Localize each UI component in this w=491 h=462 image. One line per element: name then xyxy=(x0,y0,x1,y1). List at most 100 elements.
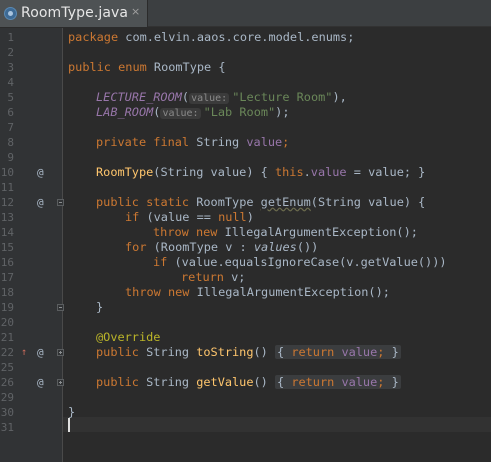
token: toString xyxy=(196,345,254,359)
code-line-6: LAB_ROOM(value: "Lab Room"); xyxy=(96,105,290,121)
token: value xyxy=(310,165,347,179)
token: ) xyxy=(246,210,254,224)
code-line-5: LECTURE_ROOM(value: "Lecture Room"), xyxy=(96,90,347,106)
token: (value.equalsIgnoreCase(v.getValue())) xyxy=(167,255,447,269)
token: if xyxy=(125,210,140,224)
line-number: 20 xyxy=(0,316,14,329)
token: "Lab Room" xyxy=(203,105,276,119)
token: public xyxy=(96,345,139,359)
folded-region[interactable]: { return value; } xyxy=(275,375,401,389)
annotation-marker[interactable]: @ xyxy=(37,195,44,210)
token: @Override xyxy=(96,330,161,344)
token: } xyxy=(68,405,76,419)
token: IllegalArgumentException(); xyxy=(189,285,390,299)
tab-title: RoomType.java xyxy=(21,5,129,21)
param-hint: value: xyxy=(189,93,230,104)
token: com.elvin.aaos.core.model.enums; xyxy=(118,30,355,44)
token: (value == xyxy=(139,210,219,224)
token: RoomType xyxy=(189,195,261,209)
line-number: 5 xyxy=(7,91,14,104)
token: { xyxy=(277,345,292,359)
folded-region[interactable]: { return value; } xyxy=(275,345,401,359)
token: RoomType xyxy=(96,165,154,179)
code-line-17: return v; xyxy=(181,270,245,285)
token: String xyxy=(138,345,197,359)
token: private xyxy=(96,135,147,149)
token: ), xyxy=(332,90,347,104)
code-line-18: throw new IllegalArgumentException(); xyxy=(125,285,390,300)
code-line-15: for (RoomType v : values()) xyxy=(125,240,318,255)
line-number: 25 xyxy=(0,361,14,374)
token: (String value) { xyxy=(153,165,275,179)
code-line-10: RoomType(String value) { this.value = va… xyxy=(96,165,425,180)
code-line-22: public String toString() { return value;… xyxy=(96,345,401,360)
code-line-19: } xyxy=(96,300,103,315)
line-number: 19 xyxy=(0,301,14,314)
line-number: 29 xyxy=(0,391,14,404)
line-number: 16 xyxy=(0,256,14,269)
token: } xyxy=(391,345,399,359)
token: = value; } xyxy=(346,165,426,179)
token: getValue xyxy=(196,375,254,389)
token: v; xyxy=(223,270,246,284)
annotation-marker[interactable]: @ xyxy=(37,345,44,360)
code-line-3: public enum RoomType { xyxy=(68,60,226,75)
line-number: 26 xyxy=(0,376,14,389)
token: return xyxy=(291,375,335,389)
code-line-12: public static RoomType getEnum(String va… xyxy=(96,195,425,210)
token: (String value) { xyxy=(310,195,426,209)
token: (RoomType v : xyxy=(146,240,254,254)
token: . xyxy=(303,165,311,179)
annotation-marker[interactable]: @ xyxy=(37,375,44,390)
close-icon[interactable]: × xyxy=(131,5,140,18)
fold-expand-icon[interactable] xyxy=(57,349,64,356)
code-line-1: package com.elvin.aaos.core.model.enums; xyxy=(68,30,354,45)
code-line-8: private final String value; xyxy=(96,135,289,150)
line-number: 4 xyxy=(7,76,14,89)
line-number: 18 xyxy=(0,286,14,299)
fold-collapse-icon[interactable] xyxy=(57,304,64,311)
code-line-16: if (value.equalsIgnoreCase(v.getValue())… xyxy=(153,255,447,270)
token: throw xyxy=(125,285,161,299)
line-number: 14 xyxy=(0,226,14,239)
token: () xyxy=(253,375,275,389)
line-number: 1 xyxy=(7,31,14,44)
override-arrow-icon[interactable]: ↑ xyxy=(21,345,27,360)
gutter-divider xyxy=(62,28,63,462)
token: } xyxy=(391,375,399,389)
token: () xyxy=(253,345,275,359)
token: LAB_ROOM xyxy=(96,105,154,119)
fold-expand-icon[interactable] xyxy=(57,379,64,386)
line-number: 13 xyxy=(0,211,14,224)
tab-roomtype-java[interactable]: RoomType.java × xyxy=(0,0,148,27)
token: ( xyxy=(181,90,190,104)
token: new xyxy=(167,285,190,299)
line-number: 21 xyxy=(0,331,14,344)
line-number: 3 xyxy=(7,61,14,74)
line-number: 22 xyxy=(0,346,14,359)
token: ; xyxy=(377,345,392,359)
token: static xyxy=(146,195,190,209)
token: value xyxy=(341,375,378,389)
token: throw xyxy=(153,225,189,239)
code-line-21: @Override xyxy=(96,330,160,345)
token: String xyxy=(189,135,247,149)
token: final xyxy=(153,135,190,149)
token: for xyxy=(125,240,147,254)
token: public xyxy=(96,375,139,389)
fold-collapse-icon[interactable] xyxy=(57,199,64,206)
token: ()) xyxy=(296,240,319,254)
java-class-icon xyxy=(4,7,17,20)
line-number: 31 xyxy=(0,421,14,434)
token: public xyxy=(96,195,139,209)
token: public xyxy=(68,60,111,74)
token: } xyxy=(96,300,104,314)
code-line-26: public String getValue() { return value;… xyxy=(96,375,401,390)
token: return xyxy=(291,345,335,359)
annotation-marker[interactable]: @ xyxy=(37,165,44,180)
token: return xyxy=(181,270,224,284)
token: new xyxy=(195,225,218,239)
token: ); xyxy=(275,105,290,119)
token: value xyxy=(246,135,283,149)
